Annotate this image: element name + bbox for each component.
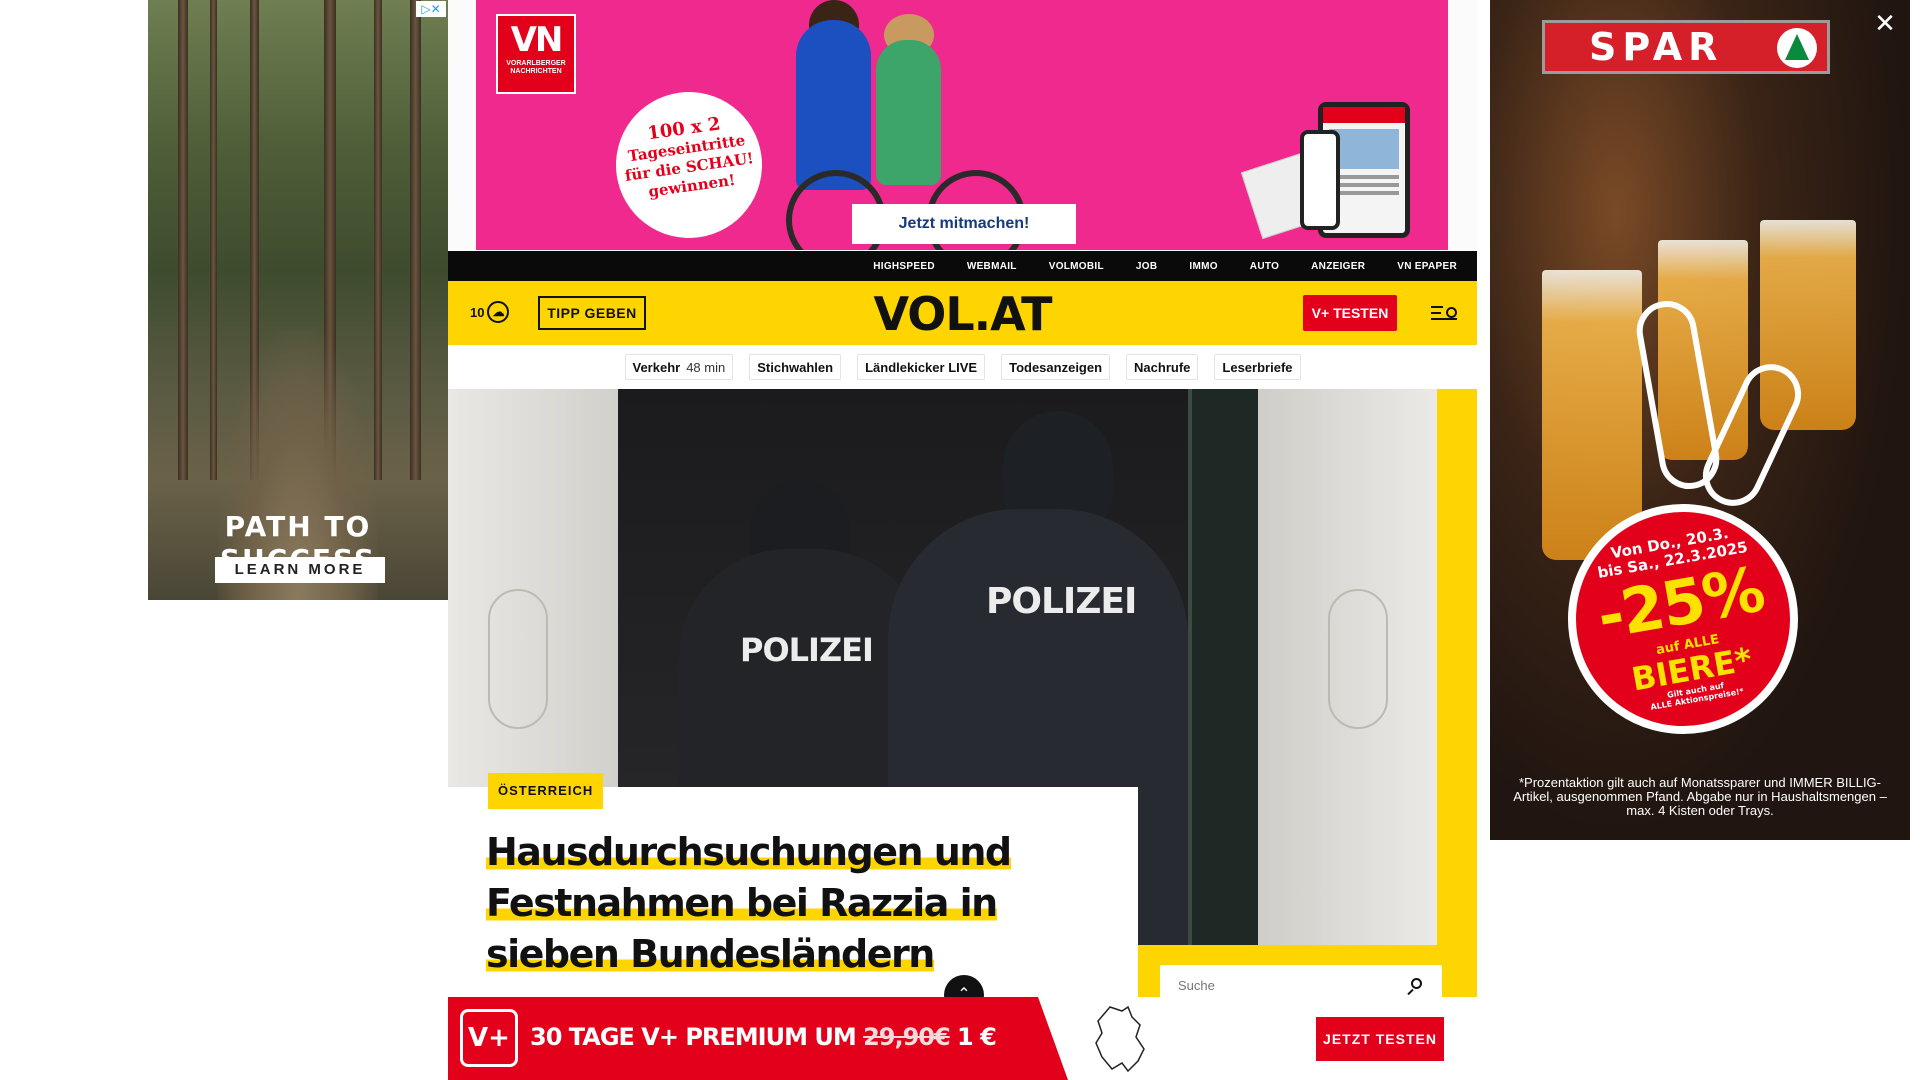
quicklink-label: Verkehr bbox=[632, 359, 681, 375]
premium-promo-banner[interactable]: V+ 30 TAGE V+ PREMIUM UM 29,90€ 1 € JETZ… bbox=[448, 997, 1477, 1080]
site-header: 10 ☁ TIPP GEBEN VOL.AT V+ TESTEN bbox=[448, 281, 1477, 345]
photo-vest-label: POLIZEI bbox=[740, 631, 874, 669]
quicklink-leserbriefe[interactable]: Leserbriefe bbox=[1214, 354, 1301, 380]
menu-line bbox=[1431, 306, 1443, 308]
search-icon-lens bbox=[1411, 978, 1422, 989]
v-plus-logo: V+ bbox=[460, 1009, 518, 1067]
category-badge[interactable]: ÖSTERREICH bbox=[488, 773, 604, 809]
article-teaser[interactable]: ÖSTERREICH Hausdurchsuchungen und Festna… bbox=[448, 773, 1138, 997]
rider-body bbox=[876, 40, 941, 185]
adchoices-icon[interactable]: ▷✕ bbox=[416, 1, 446, 17]
rider-body bbox=[796, 20, 871, 190]
top-vn-ad[interactable]: VN VORARLBERGER NACHRICHTEN 100 x 2 Tage… bbox=[448, 0, 1477, 250]
nav-auto[interactable]: AUTO bbox=[1250, 261, 1279, 272]
nav-vn-epaper[interactable]: VN EPAPER bbox=[1397, 261, 1457, 272]
page: ▷✕ PATH TO SUCCESS LEARN MORE VN VORARLB… bbox=[0, 0, 1920, 1080]
vn-logo-text: VN bbox=[510, 20, 564, 60]
service-nav: HIGHSPEED WEBMAIL VOLMOBIL JOB IMMO AUTO… bbox=[448, 251, 1477, 281]
vn-logo: VN VORARLBERGER NACHRICHTEN bbox=[496, 14, 576, 94]
ad-disclaimer: *Prozentaktion gilt auch auf Monatsspare… bbox=[1513, 775, 1887, 818]
headline-line: Hausdurchsuchungen und bbox=[486, 830, 1012, 874]
photo-door bbox=[1188, 389, 1258, 945]
spar-brand: SPAR bbox=[1589, 25, 1724, 69]
nav-volmobil[interactable]: VOLMOBIL bbox=[1049, 261, 1104, 272]
vorarlberg-map-icon bbox=[1095, 1005, 1145, 1073]
jetzt-testen-button[interactable]: JETZT TESTEN bbox=[1316, 1017, 1444, 1061]
right-spar-ad[interactable]: SPAR ✕ Von Do., 20.3. bis Sa., 22.3.2025… bbox=[1490, 0, 1910, 840]
menu-line bbox=[1431, 318, 1457, 320]
quicklink-todesanzeigen[interactable]: Todesanzeigen bbox=[1001, 354, 1111, 380]
search-icon[interactable] bbox=[1406, 978, 1422, 996]
spar-tree-icon bbox=[1777, 28, 1817, 68]
left-forest-ad[interactable]: ▷✕ PATH TO SUCCESS LEARN MORE bbox=[148, 0, 448, 600]
headline-line: sieben Bundesländern bbox=[486, 932, 935, 976]
phone-image bbox=[1300, 130, 1340, 230]
photo-vest-label: POLIZEI bbox=[986, 581, 1137, 622]
article-headline[interactable]: Hausdurchsuchungen und Festnahmen bei Ra… bbox=[486, 827, 1106, 980]
traffic-time: 48 min bbox=[686, 359, 726, 375]
ad-tree bbox=[210, 0, 217, 480]
nav-webmail[interactable]: WEBMAIL bbox=[967, 261, 1017, 272]
menu-line bbox=[1431, 312, 1441, 314]
promo-old-price: 29,90€ bbox=[863, 1023, 951, 1051]
ad-banner[interactable]: VN VORARLBERGER NACHRICHTEN 100 x 2 Tage… bbox=[476, 0, 1448, 250]
wall-ornament bbox=[1328, 589, 1388, 729]
giveaway-badge: 100 x 2 Tageseintritte für die SCHAU! ge… bbox=[606, 82, 772, 248]
close-icon[interactable]: ✕ bbox=[1870, 8, 1900, 38]
jetzt-mitmachen-button[interactable]: Jetzt mitmachen! bbox=[852, 204, 1076, 244]
promo-text: 30 TAGE V+ PREMIUM UM 29,90€ 1 € bbox=[530, 1023, 997, 1051]
quicklink-nachrufe[interactable]: Nachrufe bbox=[1126, 354, 1199, 380]
search-circle bbox=[1446, 307, 1457, 318]
quicklink-stichwahlen[interactable]: Stichwahlen bbox=[749, 354, 842, 380]
ad-tree bbox=[410, 0, 421, 480]
nav-anzeiger[interactable]: ANZEIGER bbox=[1311, 261, 1365, 272]
quicklink-verkehr[interactable]: Verkehr 48 min bbox=[624, 354, 734, 380]
promo-new-price: 1 € bbox=[957, 1023, 997, 1051]
promo-main: 30 TAGE V+ PREMIUM UM bbox=[530, 1023, 857, 1051]
nav-immo[interactable]: IMMO bbox=[1189, 261, 1217, 272]
hero-article[interactable]: POLIZEI POLIZEI ÖSTERREICH Hausdurchsuch… bbox=[448, 389, 1477, 997]
beer-glass bbox=[1542, 270, 1642, 560]
learn-more-button[interactable]: LEARN MORE bbox=[215, 557, 385, 583]
headline-line: Festnahmen bei Razzia in bbox=[486, 881, 998, 925]
quick-links: Verkehr 48 min Stichwahlen Ländlekicker … bbox=[448, 345, 1477, 389]
spar-logo: SPAR bbox=[1542, 20, 1830, 74]
wall-ornament bbox=[488, 589, 548, 729]
search-input[interactable] bbox=[1160, 965, 1442, 997]
v-plus-testen-button[interactable]: V+ TESTEN bbox=[1303, 295, 1397, 331]
nav-job[interactable]: JOB bbox=[1136, 261, 1157, 272]
menu-search-icon[interactable] bbox=[1431, 301, 1457, 325]
vn-logo-subtext: VORARLBERGER NACHRICHTEN bbox=[506, 60, 566, 75]
ad-tree bbox=[178, 0, 188, 480]
quicklink-laendlekicker[interactable]: Ländlekicker LIVE bbox=[857, 354, 986, 380]
tablet-header bbox=[1323, 107, 1405, 123]
nav-highspeed[interactable]: HIGHSPEED bbox=[873, 261, 935, 272]
